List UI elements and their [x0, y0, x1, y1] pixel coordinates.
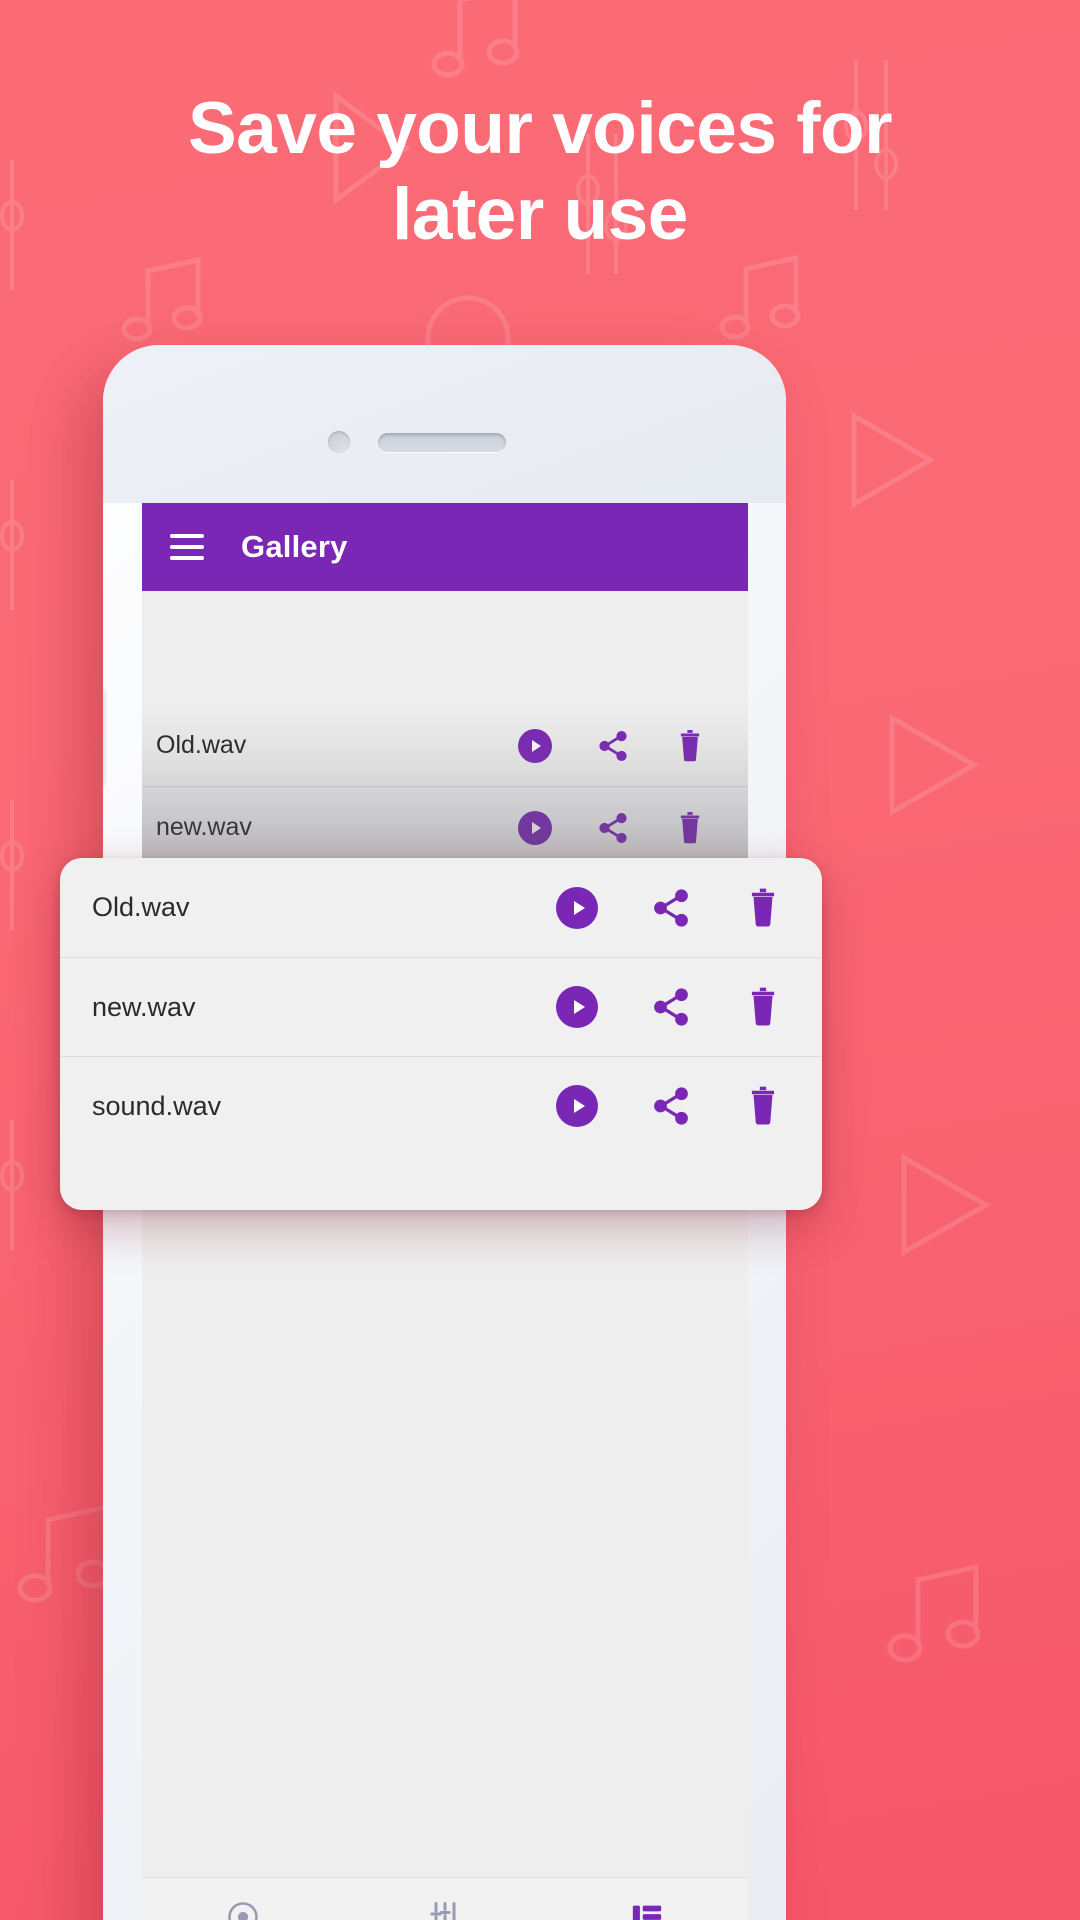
- promo-screenshot: Save your voices for later use Gallery O…: [0, 0, 1080, 1920]
- delete-icon[interactable]: [744, 887, 782, 929]
- play-icon[interactable]: [556, 886, 598, 929]
- delete-icon[interactable]: [674, 811, 706, 845]
- table-row[interactable]: Old.wav: [142, 705, 748, 787]
- page-title: Gallery: [241, 529, 348, 564]
- list-top-spacer: [142, 591, 748, 705]
- slider-watermark: [0, 800, 36, 930]
- share-icon[interactable]: [650, 887, 692, 929]
- app-bar: Gallery: [142, 503, 748, 591]
- file-name: new.wav: [156, 813, 252, 841]
- row-actions: [556, 986, 786, 1028]
- play-icon[interactable]: [518, 728, 552, 763]
- delete-icon[interactable]: [674, 729, 706, 763]
- music-note-watermark: [884, 1560, 1004, 1670]
- nav-item-gallery[interactable]: Gallery: [546, 1878, 748, 1920]
- hamburger-menu-icon[interactable]: [170, 534, 204, 560]
- bottom-navigation: Record: [142, 1877, 748, 1920]
- file-name: sound.wav: [92, 1090, 222, 1121]
- slider-watermark: [0, 1120, 36, 1250]
- play-icon[interactable]: [518, 810, 552, 845]
- file-name: new.wav: [92, 991, 196, 1022]
- table-row[interactable]: new.wav: [142, 787, 748, 869]
- list-item[interactable]: new.wav: [60, 957, 822, 1056]
- phone-side-button: [103, 690, 106, 786]
- phone-bezel-top: [103, 345, 786, 503]
- effects-icon: [427, 1899, 463, 1920]
- row-actions: [556, 1085, 786, 1127]
- play-icon[interactable]: [556, 1085, 598, 1127]
- earpiece-speaker: [378, 433, 506, 452]
- record-icon: [225, 1899, 261, 1920]
- delete-icon[interactable]: [744, 986, 782, 1028]
- list-item[interactable]: Old.wav: [60, 858, 822, 957]
- music-note-watermark: [120, 255, 220, 345]
- play-triangle-watermark: [876, 1140, 1006, 1270]
- row-actions: [556, 886, 786, 929]
- promo-headline: Save your voices for later use: [0, 86, 1080, 258]
- slider-watermark: [0, 480, 36, 610]
- file-name: Old.wav: [156, 731, 247, 759]
- music-note-watermark: [718, 253, 818, 343]
- gallery-icon: [630, 1900, 664, 1920]
- highlight-card: Old.wav new.wav sound.wav: [60, 858, 822, 1210]
- file-name: Old.wav: [92, 892, 190, 922]
- music-note-watermark: [430, 0, 540, 82]
- share-icon[interactable]: [596, 811, 630, 845]
- app-screen-body: Old.wav new.wav: [142, 591, 748, 1920]
- headline-line-2: later use: [392, 174, 688, 256]
- play-icon[interactable]: [556, 986, 598, 1028]
- headline-line-1: Save your voices for: [187, 88, 893, 169]
- play-triangle-watermark: [828, 400, 948, 520]
- front-camera-icon: [328, 431, 350, 453]
- nav-item-record[interactable]: Record: [142, 1878, 344, 1920]
- share-icon[interactable]: [650, 986, 692, 1028]
- app-screen: Gallery Old.wav new.wav: [142, 503, 748, 1920]
- list-item[interactable]: sound.wav: [60, 1056, 822, 1155]
- nav-item-effects[interactable]: Effects: [344, 1878, 546, 1920]
- play-triangle-watermark: [864, 700, 994, 830]
- row-actions: [518, 810, 724, 845]
- delete-icon[interactable]: [744, 1085, 782, 1127]
- share-icon[interactable]: [596, 729, 630, 763]
- share-icon[interactable]: [650, 1085, 692, 1127]
- row-actions: [518, 728, 724, 763]
